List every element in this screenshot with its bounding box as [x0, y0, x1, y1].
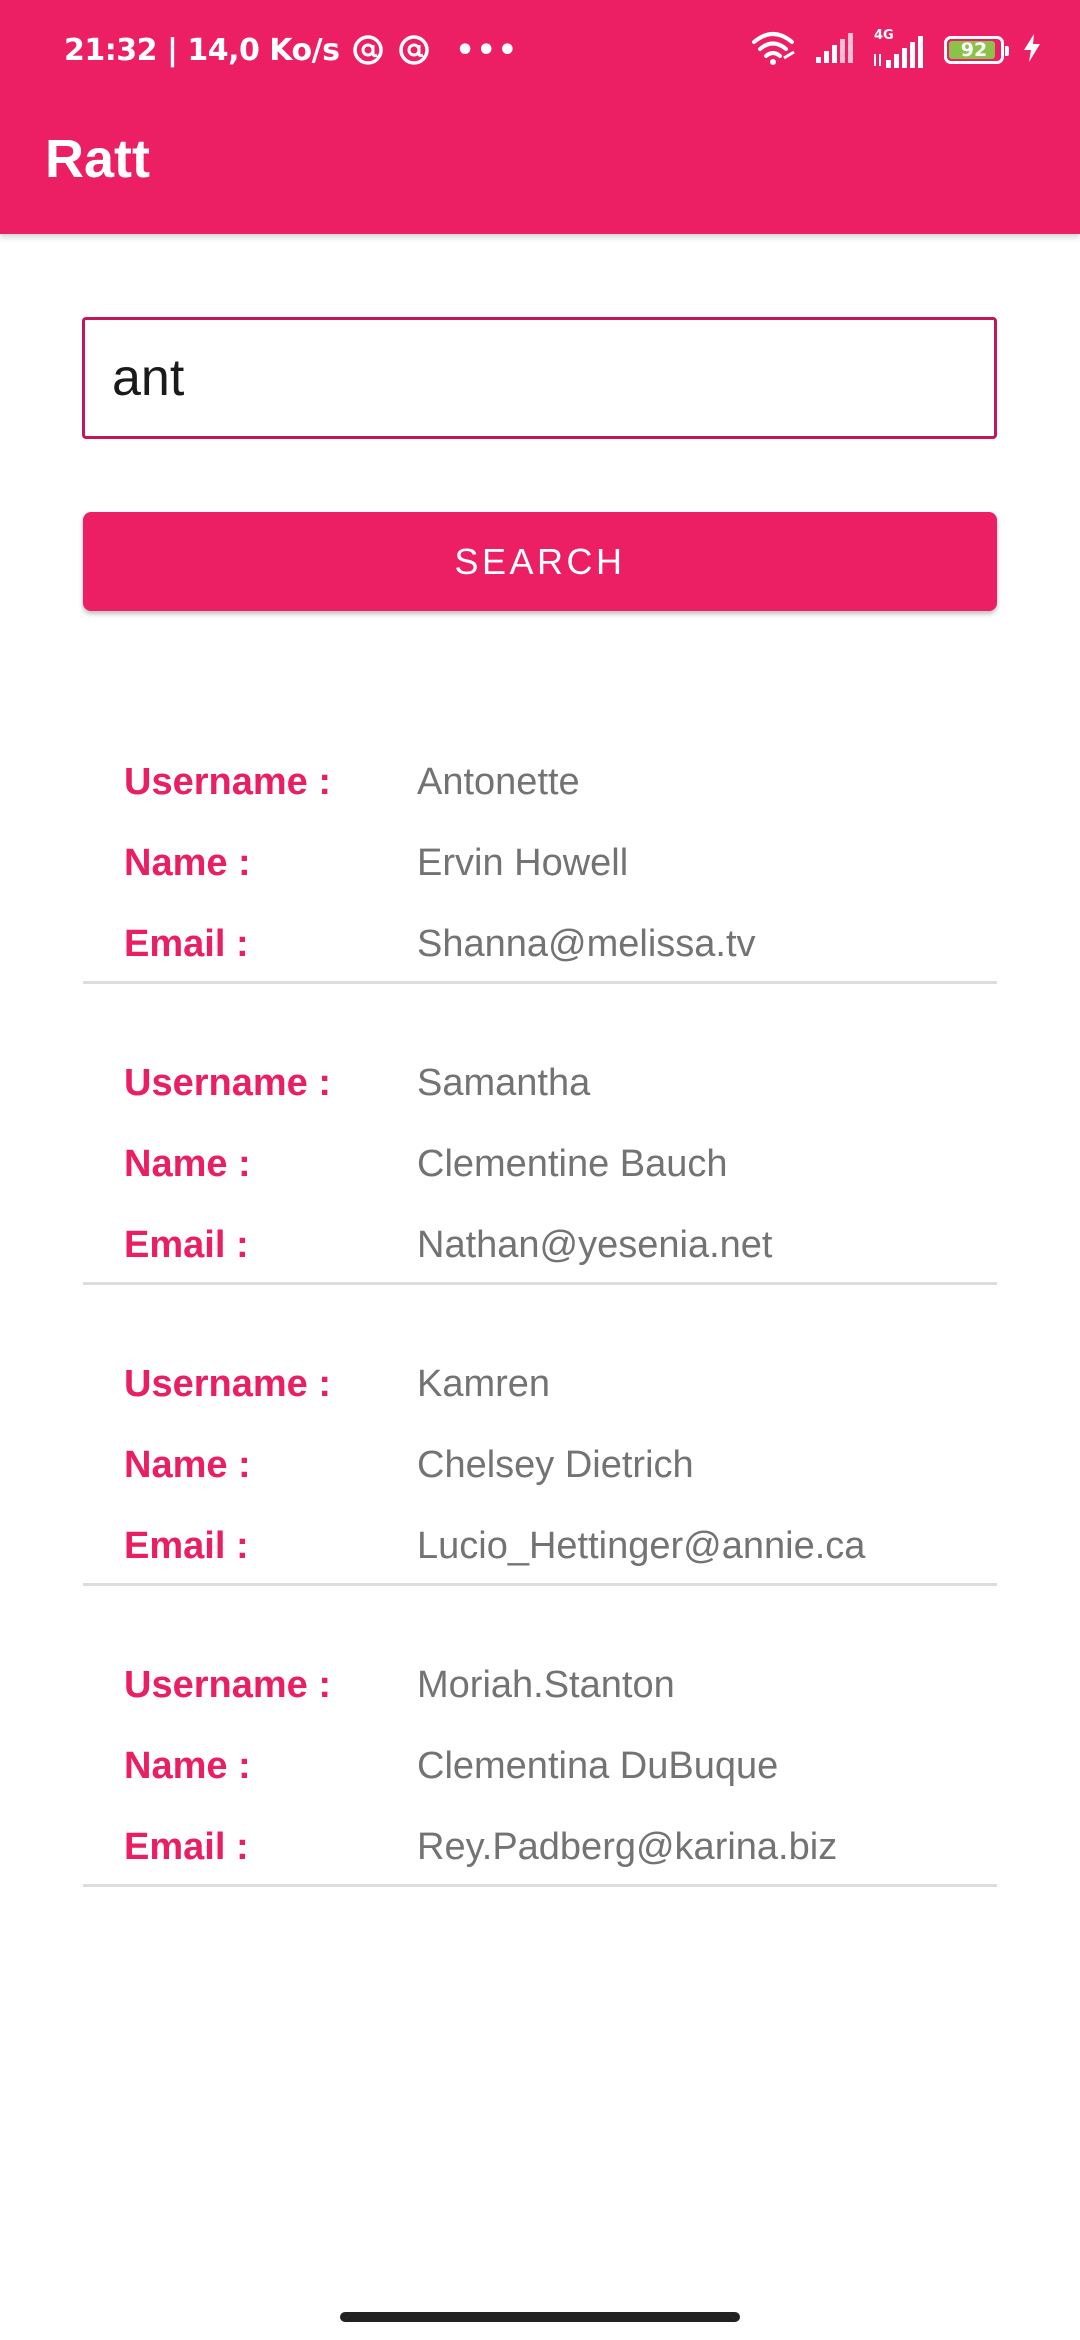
name-label: Name : [124, 1443, 251, 1486]
signal-icon [814, 31, 854, 70]
name-value: Clementine Bauch [417, 1142, 728, 1185]
username-value: Antonette [417, 760, 580, 803]
name-row: Name : Ervin Howell [124, 833, 628, 893]
at-sign-icon [351, 33, 385, 67]
username-value: Moriah.Stanton [417, 1663, 675, 1706]
at-sign-icon [397, 33, 431, 67]
email-label: Email : [124, 1825, 249, 1868]
divider [83, 1583, 997, 1586]
email-row: Email : Lucio_Hettinger@annie.ca [124, 1516, 865, 1576]
email-label: Email : [124, 1223, 249, 1266]
user-card[interactable]: Username : Kamren Name : Chelsey Dietric… [83, 1332, 997, 1633]
name-label: Name : [124, 1744, 251, 1787]
username-label: Username : [124, 1061, 331, 1104]
battery-level: 92 [960, 39, 988, 61]
email-label: Email : [124, 1524, 249, 1567]
email-row: Email : Rey.Padberg@karina.biz [124, 1817, 837, 1877]
name-row: Name : Clementina DuBuque [124, 1736, 778, 1796]
username-row: Username : Kamren [124, 1354, 550, 1414]
username-label: Username : [124, 1362, 331, 1405]
username-row: Username : Antonette [124, 752, 580, 812]
username-row: Username : Samantha [124, 1053, 590, 1113]
divider [83, 981, 997, 984]
wifi-icon [750, 30, 796, 71]
more-dots-icon: ••• [455, 32, 519, 68]
divider [83, 1884, 997, 1887]
name-label: Name : [124, 1142, 251, 1185]
signal-4g-icon: 4G [872, 28, 926, 70]
email-row: Email : Shanna@melissa.tv [124, 914, 756, 974]
search-input[interactable] [82, 317, 997, 439]
user-list: Username : Antonette Name : Ervin Howell… [83, 730, 997, 1934]
user-card[interactable]: Username : Moriah.Stanton Name : Clement… [83, 1633, 997, 1934]
email-value: Rey.Padberg@karina.biz [417, 1825, 838, 1868]
status-bar: 21:32 | 14,0 Ko/s ••• 4G 92 [0, 0, 1080, 100]
app-bar: 21:32 | 14,0 Ko/s ••• 4G 92 Ratt [0, 0, 1080, 234]
user-card[interactable]: Username : Antonette Name : Ervin Howell… [83, 730, 997, 1031]
charging-icon [1022, 33, 1042, 68]
email-row: Email : Nathan@yesenia.net [124, 1215, 772, 1275]
gesture-nav-handle[interactable] [340, 2312, 740, 2322]
name-row: Name : Chelsey Dietrich [124, 1435, 694, 1495]
name-row: Name : Clementine Bauch [124, 1134, 728, 1194]
status-time-speed: 21:32 | 14,0 Ko/s [64, 32, 340, 68]
name-label: Name : [124, 841, 251, 884]
page-title: Ratt [45, 129, 150, 189]
email-value: Shanna@melissa.tv [417, 922, 756, 965]
email-value: Nathan@yesenia.net [417, 1223, 773, 1266]
status-right: 4G 92 [750, 28, 1042, 72]
user-card[interactable]: Username : Samantha Name : Clementine Ba… [83, 1031, 997, 1332]
search-button[interactable]: SEARCH [83, 512, 997, 611]
username-label: Username : [124, 760, 331, 803]
email-label: Email : [124, 922, 249, 965]
username-value: Samantha [417, 1061, 591, 1104]
battery-icon: 92 [944, 36, 1009, 64]
divider [83, 1282, 997, 1285]
name-value: Clementina DuBuque [417, 1744, 779, 1787]
name-value: Ervin Howell [417, 841, 629, 884]
email-value: Lucio_Hettinger@annie.ca [417, 1524, 866, 1567]
username-label: Username : [124, 1663, 331, 1706]
username-row: Username : Moriah.Stanton [124, 1655, 675, 1715]
status-left: 21:32 | 14,0 Ko/s ••• [64, 30, 519, 70]
name-value: Chelsey Dietrich [417, 1443, 694, 1486]
username-value: Kamren [417, 1362, 551, 1405]
